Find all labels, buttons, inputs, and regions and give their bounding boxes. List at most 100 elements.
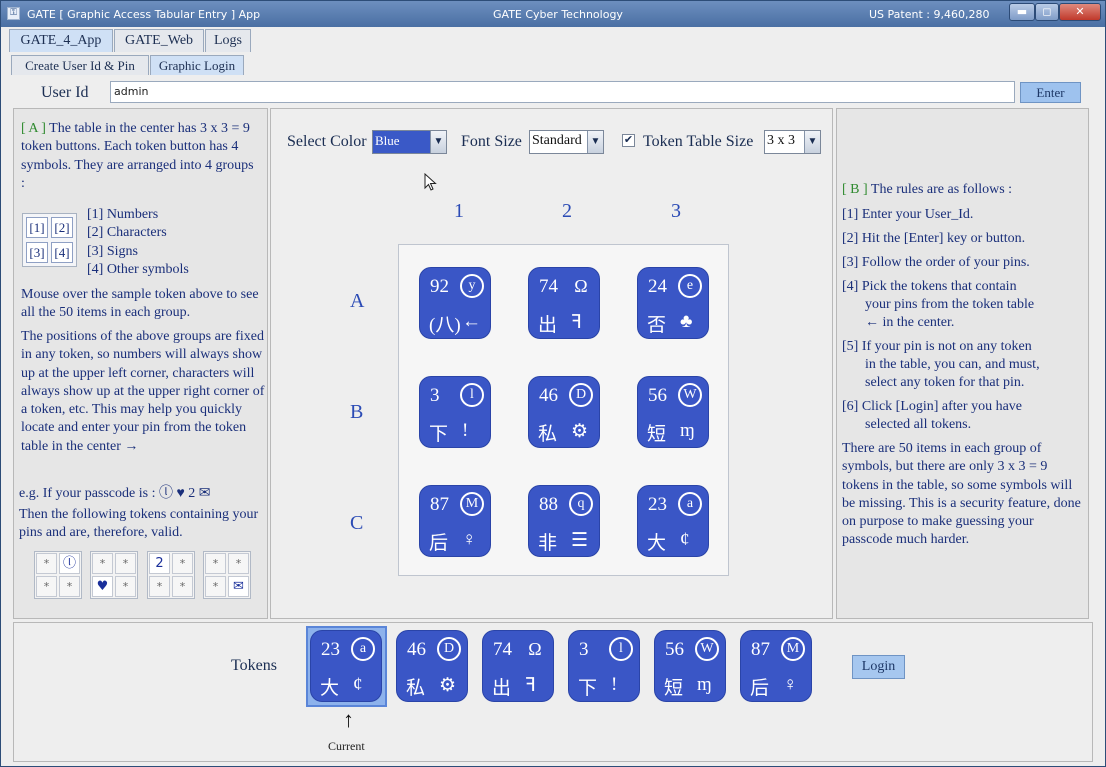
- token-character: y: [460, 274, 484, 298]
- token-character: l: [460, 383, 484, 407]
- token-character: W: [695, 637, 719, 661]
- selected-token-1[interactable]: 23 a 大 ¢: [310, 630, 382, 702]
- token-number: 23: [648, 494, 667, 515]
- sample-cell-characters: [2]: [51, 217, 73, 238]
- tab-create-user[interactable]: Create User Id & Pin: [11, 55, 149, 75]
- group-item: [1] Numbers: [87, 207, 159, 222]
- rule-item: [3] Follow the order of your pins.: [842, 255, 1030, 270]
- selected-token-5[interactable]: 56 W 短 ɱ: [654, 630, 726, 702]
- token-table-panel: Select Color Blue ▼ Font Size Standard ▼…: [270, 108, 833, 619]
- token-number: 46: [407, 639, 426, 660]
- token-symbol: ¢: [680, 529, 690, 550]
- maximize-button[interactable]: ◻: [1035, 3, 1059, 21]
- mini-cell: *: [92, 553, 113, 574]
- sample-cell-signs: [3]: [26, 242, 48, 263]
- token-number: 87: [430, 494, 449, 515]
- token-character: a: [351, 637, 375, 661]
- token-number: 46: [539, 385, 558, 406]
- token-sign: 短: [664, 678, 684, 699]
- token-sign: 下: [429, 424, 449, 445]
- chevron-down-icon: ▼: [804, 131, 820, 153]
- token-number: 23: [321, 639, 340, 660]
- column-header-2: 2: [562, 200, 572, 222]
- font-size-label: Font Size: [461, 133, 522, 150]
- token-symbol: ⚙: [571, 421, 589, 442]
- selected-token-6[interactable]: 87 M 后 ♀: [740, 630, 812, 702]
- tab-graphic-login[interactable]: Graphic Login: [150, 55, 244, 75]
- example-valid-text: Then the following tokens containing you…: [19, 507, 259, 541]
- color-select-value: Blue: [375, 133, 400, 148]
- mini-cell: *: [172, 576, 193, 597]
- token-c3[interactable]: 23 a 大 ¢: [637, 485, 709, 557]
- intro-body: The table in the center has 3 x 3 = 9 to…: [21, 121, 254, 191]
- token-symbol: !: [611, 674, 618, 695]
- token-character: M: [781, 637, 805, 661]
- mini-cell: ⓛ: [59, 553, 80, 574]
- group-list: [1] Numbers [2] Characters [3] Signs [4]…: [87, 206, 189, 279]
- window-title: GATE [ Graphic Access Tabular Entry ] Ap…: [27, 8, 261, 21]
- selected-token-2[interactable]: 46 D 私 ⚙: [396, 630, 468, 702]
- color-select[interactable]: Blue ▼: [372, 130, 447, 154]
- current-arrow-icon: ↑: [343, 707, 354, 732]
- selected-token-4[interactable]: 3 l 下!: [568, 630, 640, 702]
- mini-cell: *: [205, 553, 226, 574]
- token-number: 88: [539, 494, 558, 515]
- token-symbol: ꟻ: [571, 312, 582, 333]
- token-symbol: ꟻ: [525, 675, 536, 696]
- mini-cell: *: [36, 553, 57, 574]
- token-number: 56: [648, 385, 667, 406]
- token-symbol: ☰: [571, 530, 589, 551]
- token-character: Ω: [528, 639, 542, 659]
- enter-button[interactable]: Enter: [1020, 82, 1081, 103]
- table-size-select[interactable]: 3 x 3 ▼: [764, 130, 821, 154]
- tab-logs[interactable]: Logs: [205, 29, 251, 52]
- user-id-input[interactable]: admin: [110, 81, 1015, 103]
- token-number: 74: [493, 639, 512, 660]
- token-symbol: ɱ: [680, 420, 695, 441]
- token-b1[interactable]: 3 l 下!: [419, 376, 491, 448]
- selected-token-3[interactable]: 74 Ω 出 ꟻ: [482, 630, 554, 702]
- token-symbol: ⚙: [439, 675, 457, 696]
- token-character: l: [609, 637, 633, 661]
- tab-gate-web[interactable]: GATE_Web: [114, 29, 204, 52]
- token-symbol: ɱ: [697, 674, 712, 695]
- token-b2[interactable]: 46 D 私 ⚙: [528, 376, 600, 448]
- token-sign: 后: [429, 533, 449, 554]
- token-symbol: !: [462, 420, 469, 441]
- table-size-checkbox[interactable]: ✔: [622, 134, 635, 147]
- rule-item: selected all tokens.: [865, 417, 972, 432]
- token-a3[interactable]: 24 e 否 ♣: [637, 267, 709, 339]
- mini-cell: 2: [149, 553, 170, 574]
- tab-gate-4-app[interactable]: GATE_4_App: [9, 29, 113, 52]
- table-size-label: Token Table Size: [643, 133, 754, 150]
- token-sign: 私: [538, 424, 558, 445]
- token-sign: (八): [429, 315, 461, 336]
- column-header-3: 3: [671, 200, 681, 222]
- font-size-select[interactable]: Standard ▼: [529, 130, 604, 154]
- token-sign: 出: [538, 315, 558, 336]
- sample-token[interactable]: [1] [2] [3] [4]: [22, 213, 77, 267]
- token-number: 87: [751, 639, 770, 660]
- minimize-button[interactable]: ▬: [1009, 3, 1035, 21]
- login-button[interactable]: Login: [852, 655, 905, 679]
- token-b3[interactable]: 56 W 短 ɱ: [637, 376, 709, 448]
- token-character: W: [678, 383, 702, 407]
- token-a2[interactable]: 74 Ω 出 ꟻ: [528, 267, 600, 339]
- token-c1[interactable]: 87 M 后 ♀: [419, 485, 491, 557]
- example-token-2: * * ♥ *: [90, 551, 138, 599]
- token-number: 92: [430, 276, 449, 297]
- close-button[interactable]: ✕: [1059, 3, 1101, 21]
- instructions-panel: [ A ] The table in the center has 3 x 3 …: [13, 108, 268, 619]
- mini-cell: *: [149, 576, 170, 597]
- rules-panel: [ B ] The rules are as follows : [1] Ent…: [836, 108, 1089, 619]
- app-icon: ⚿: [7, 7, 20, 20]
- token-symbol: ♀: [462, 529, 477, 550]
- patent-text: US Patent : 9,460,280: [869, 8, 990, 21]
- rule-item: [1] Enter your User_Id.: [842, 207, 974, 222]
- token-a1[interactable]: 92 y (八) ←: [419, 267, 491, 339]
- token-character: e: [678, 274, 702, 298]
- example-text: e.g. If your passcode is : ⓛ ♥ 2 ✉: [19, 486, 211, 501]
- token-c2[interactable]: 88 q 非 ☰: [528, 485, 600, 557]
- token-symbol: ♣: [680, 311, 693, 332]
- chevron-down-icon: ▼: [430, 131, 446, 153]
